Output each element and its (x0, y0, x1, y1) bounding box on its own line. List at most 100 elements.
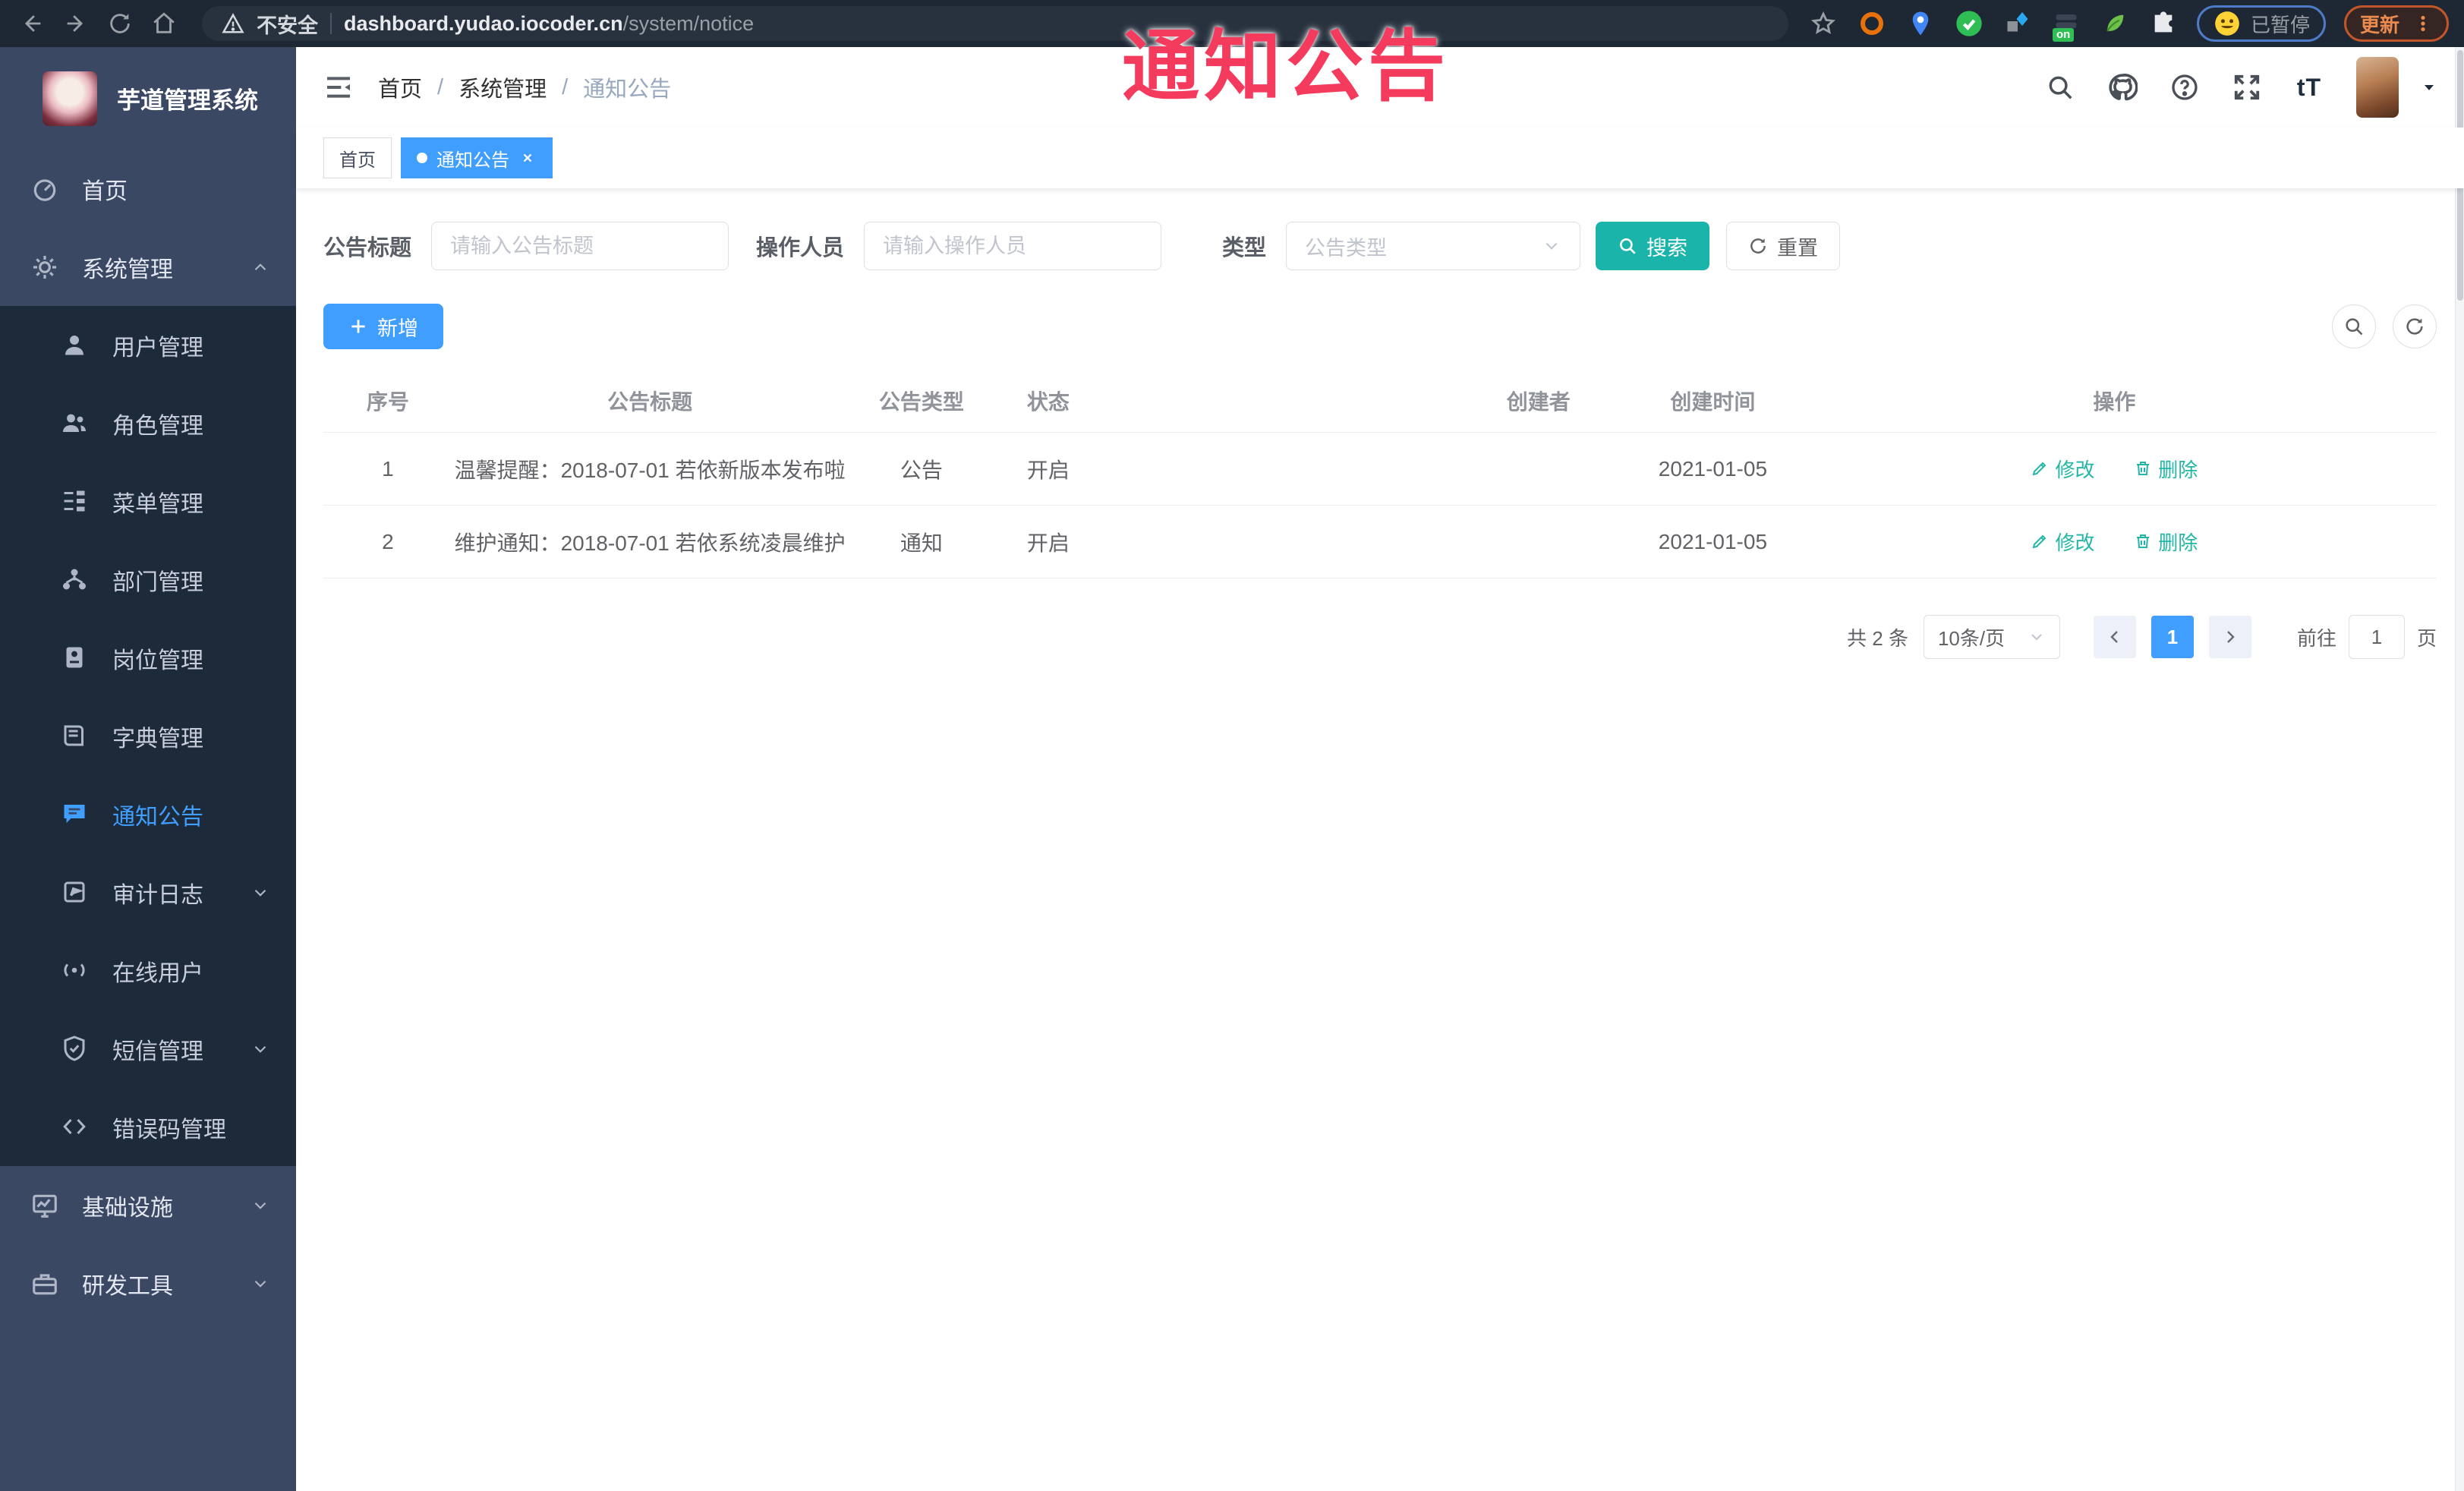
extension-puzzle-icon[interactable] (2148, 8, 2179, 39)
notices-table: 序号 公告标题 公告类型 状态 创建者 创建时间 操作 1 温馨提醒：2018-… (323, 369, 2437, 578)
extension-green-leaf-icon[interactable] (2100, 8, 2130, 39)
address-bar[interactable]: 不安全 dashboard.yudao.iocoder.cn/system/no… (202, 6, 1788, 41)
goto-page-input[interactable] (2348, 615, 2405, 659)
browser-update-button[interactable]: 更新 (2343, 5, 2449, 42)
fullscreen-icon[interactable] (2232, 72, 2262, 102)
tag-bar: 首页 通知公告 (296, 128, 2464, 188)
breadcrumb-home[interactable]: 首页 (378, 71, 422, 103)
chevron-down-icon (250, 1039, 270, 1059)
toggle-search-button[interactable] (2332, 304, 2376, 348)
extension-blue-pin-icon[interactable] (1905, 8, 1936, 39)
sidebar-item-online-users[interactable]: 在线用户 (0, 931, 296, 1010)
github-icon[interactable] (2107, 72, 2138, 102)
delete-button[interactable]: 删除 (2134, 528, 2198, 556)
sidebar-item-infrastructure[interactable]: 基础设施 (0, 1166, 296, 1244)
sidebar-item-error-codes[interactable]: 错误码管理 (0, 1088, 296, 1166)
extension-dark-on-badge-icon[interactable]: on (2051, 8, 2081, 42)
sidebar-item-dev-tools[interactable]: 研发工具 (0, 1244, 296, 1322)
paused-label: 已暂停 (2250, 13, 2310, 36)
sidebar-item-departments[interactable]: 部门管理 (0, 541, 296, 619)
title-filter-label: 公告标题 (323, 236, 412, 260)
sidebar-item-posts[interactable]: 岗位管理 (0, 619, 296, 697)
active-tab-dot (417, 153, 427, 163)
page-unit-label: 页 (2416, 626, 2437, 650)
edit-button[interactable]: 修改 (2031, 528, 2094, 556)
back-icon[interactable] (15, 7, 49, 40)
help-icon[interactable] (2169, 72, 2200, 102)
sidebar-item-system[interactable]: 系统管理 (0, 228, 296, 306)
reset-button[interactable]: 重置 (1726, 222, 1841, 270)
security-label[interactable]: 不安全 (257, 9, 318, 39)
menu-tree-icon (61, 487, 90, 516)
home-icon[interactable] (147, 7, 181, 40)
toolbox-icon (30, 1269, 59, 1298)
app-logo (43, 71, 97, 126)
pagination: 共 2 条 10条/页 1 前往 页 (323, 615, 2437, 659)
delete-button[interactable]: 删除 (2134, 455, 2198, 483)
app-logo-row[interactable]: 芋道管理系统 (0, 47, 296, 150)
sidebar-item-notices[interactable]: 通知公告 (0, 775, 296, 853)
sidebar-collapse-icon[interactable] (322, 71, 355, 104)
profile-paused-chip[interactable]: 已暂停 (2196, 5, 2326, 42)
top-navbar: 首页 / 系统管理 / 通知公告 tT (296, 47, 2464, 128)
table-row: 2 维护通知：2018-07-01 若依系统凌晨维护 通知 开启 2021-01… (323, 506, 2437, 578)
next-page-button[interactable] (2208, 616, 2251, 658)
reload-icon[interactable] (103, 7, 137, 40)
page-content: 公告标题 操作人员 类型 公告类型 搜索 重置 (296, 188, 2464, 659)
refresh-table-button[interactable] (2393, 304, 2437, 348)
font-size-icon[interactable]: tT (2294, 72, 2324, 102)
search-button[interactable]: 搜索 (1596, 222, 1710, 270)
refresh-icon (1748, 236, 1768, 256)
code-icon (61, 1113, 90, 1142)
type-select[interactable]: 公告类型 (1286, 222, 1581, 270)
operator-filter-label: 操作人员 (756, 236, 845, 260)
sidebar-item-menus[interactable]: 菜单管理 (0, 462, 296, 541)
avatar[interactable] (2356, 57, 2399, 118)
book-icon (61, 722, 90, 751)
update-label: 更新 (2359, 13, 2399, 36)
chevron-down-icon (250, 883, 270, 903)
table-header-row: 序号 公告标题 公告类型 状态 创建者 创建时间 操作 (323, 369, 2437, 433)
sidebar-item-audit-log[interactable]: 审计日志 (0, 853, 296, 931)
search-icon[interactable] (2045, 72, 2075, 102)
sidebar-item-home[interactable]: 首页 (0, 150, 296, 228)
sidebar-item-roles[interactable]: 角色管理 (0, 384, 296, 462)
online-signal-icon (61, 957, 90, 985)
users-icon (61, 409, 90, 438)
type-filter-label: 类型 (1222, 236, 1267, 260)
page-size-select[interactable]: 10条/页 (1923, 615, 2060, 659)
close-icon[interactable] (518, 149, 537, 167)
extension-blue-diamond-icon[interactable] (2002, 8, 2033, 39)
edit-button[interactable]: 修改 (2031, 455, 2094, 483)
current-page-button[interactable]: 1 (2150, 616, 2194, 658)
dashboard-icon (30, 175, 59, 203)
extension-orange-ring-icon[interactable] (1857, 8, 1887, 39)
breadcrumb-current: 通知公告 (583, 77, 672, 102)
sidebar-item-sms[interactable]: 短信管理 (0, 1010, 296, 1088)
tab-home[interactable]: 首页 (323, 137, 392, 178)
avatar-caret-icon[interactable] (2420, 78, 2438, 96)
emoji-face-icon (2215, 11, 2239, 36)
sidebar-item-users[interactable]: 用户管理 (0, 306, 296, 384)
shield-icon (61, 1035, 90, 1064)
operator-filter-input[interactable] (864, 222, 1162, 270)
extension-green-circle-icon[interactable] (1954, 8, 1984, 39)
sidebar-item-dicts[interactable]: 字典管理 (0, 697, 296, 775)
window-scrollbar[interactable] (2455, 47, 2464, 1491)
add-button[interactable]: 新增 (323, 304, 443, 349)
title-filter-input[interactable] (431, 222, 729, 270)
org-chart-icon (61, 566, 90, 594)
filter-form: 公告标题 操作人员 类型 公告类型 搜索 重置 (323, 222, 2437, 270)
total-count: 共 2 条 (1847, 626, 1908, 650)
browser-chrome: 不安全 dashboard.yudao.iocoder.cn/system/no… (0, 0, 2464, 47)
breadcrumb-system[interactable]: 系统管理 (458, 71, 547, 103)
not-secure-warning-icon (222, 12, 244, 35)
bookmark-star-icon[interactable] (1808, 8, 1839, 39)
prev-page-button[interactable] (2093, 616, 2136, 658)
kebab-menu-icon (2421, 15, 2425, 32)
url-text[interactable]: dashboard.yudao.iocoder.cn/system/notice (344, 12, 754, 36)
tab-notices[interactable]: 通知公告 (401, 137, 553, 178)
breadcrumb: 首页 / 系统管理 / 通知公告 (378, 71, 671, 103)
forward-icon[interactable] (59, 7, 93, 40)
extension-on-badge: on (2052, 27, 2075, 42)
